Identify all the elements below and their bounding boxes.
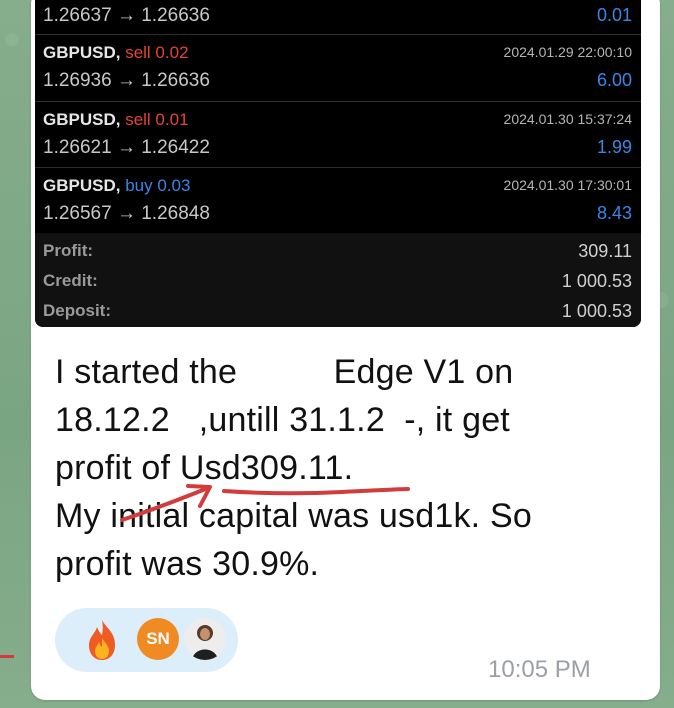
annotation-mark bbox=[0, 655, 14, 658]
trade-prices: 1.26567 → 1.26848 bbox=[43, 203, 210, 224]
trade-row: GBPUSD, sell 0.02 2024.01.29 22:00:10 1.… bbox=[35, 34, 641, 99]
trade-title: GBPUSD, sell 0.02 bbox=[43, 43, 189, 63]
summary-row-profit: Profit: 309.11 bbox=[43, 237, 632, 265]
trade-profit: 1.99 bbox=[596, 137, 632, 157]
message-line: I started the Edge V1 on bbox=[55, 353, 514, 391]
trade-row: 1.26637 → 1.26636 0.01 bbox=[35, 0, 641, 34]
trade-title: GBPUSD, buy 0.03 bbox=[43, 176, 190, 196]
reactions-bar[interactable]: SN bbox=[55, 608, 238, 672]
trade-row: GBPUSD, buy 0.03 2024.01.30 17:30:01 1.2… bbox=[35, 167, 641, 232]
trade-profit: 0.01 bbox=[596, 5, 632, 25]
avatar[interactable]: SN bbox=[137, 618, 179, 660]
fire-icon bbox=[89, 620, 115, 660]
message-timestamp: 10:05 PM bbox=[488, 656, 591, 683]
message-line: 18.12.2 ,untill 31.1.2 -, it get bbox=[55, 401, 510, 439]
trade-datetime: 2024.01.30 17:30:01 bbox=[503, 177, 632, 193]
trade-row: GBPUSD, sell 0.01 2024.01.30 15:37:24 1.… bbox=[35, 101, 641, 166]
summary-value: 309.11 bbox=[578, 241, 632, 261]
trade-datetime: 2024.01.29 22:00:10 bbox=[503, 44, 632, 60]
message-line: profit was 30.9%. bbox=[55, 545, 320, 583]
message-text: I started the Edge V1 on 18.12.2 ,untill… bbox=[55, 348, 645, 588]
trade-side: sell 0.02 bbox=[125, 43, 189, 62]
trade-prices: 1.26621 → 1.26422 bbox=[43, 137, 210, 158]
trade-prices: 1.26637 → 1.26636 bbox=[43, 5, 210, 26]
trade-title: GBPUSD, sell 0.01 bbox=[43, 110, 189, 130]
trade-symbol: GBPUSD, bbox=[43, 110, 121, 129]
trade-history-screenshot[interactable]: 1.26637 → 1.26636 0.01 GBPUSD, sell 0.02… bbox=[35, 0, 641, 327]
summary-label: Deposit: bbox=[43, 301, 111, 320]
trade-side: sell 0.01 bbox=[125, 110, 189, 129]
summary-label: Credit: bbox=[43, 271, 98, 290]
trade-symbol: GBPUSD, bbox=[43, 43, 121, 62]
trade-datetime: 2024.01.30 15:37:24 bbox=[503, 111, 632, 127]
trade-profit: 8.43 bbox=[596, 203, 632, 223]
trade-profit: 6.00 bbox=[596, 70, 632, 90]
summary-row-credit: Credit: 1 000.53 bbox=[43, 267, 632, 295]
trade-side: buy 0.03 bbox=[125, 176, 191, 195]
trade-prices: 1.26936 → 1.26636 bbox=[43, 70, 210, 91]
summary-value: 1 000.53 bbox=[561, 301, 632, 321]
account-summary: Profit: 309.11 Credit: 1 000.53 Deposit:… bbox=[35, 233, 641, 327]
user-photo-icon bbox=[184, 618, 226, 660]
trade-symbol: GBPUSD, bbox=[43, 176, 121, 195]
summary-row-deposit: Deposit: 1 000.53 bbox=[43, 297, 632, 325]
red-arrow-annotation bbox=[120, 484, 212, 522]
red-underline-annotation bbox=[222, 487, 410, 496]
summary-label: Profit: bbox=[43, 241, 94, 260]
avatar[interactable] bbox=[184, 618, 226, 660]
summary-value: 1 000.53 bbox=[561, 271, 632, 291]
